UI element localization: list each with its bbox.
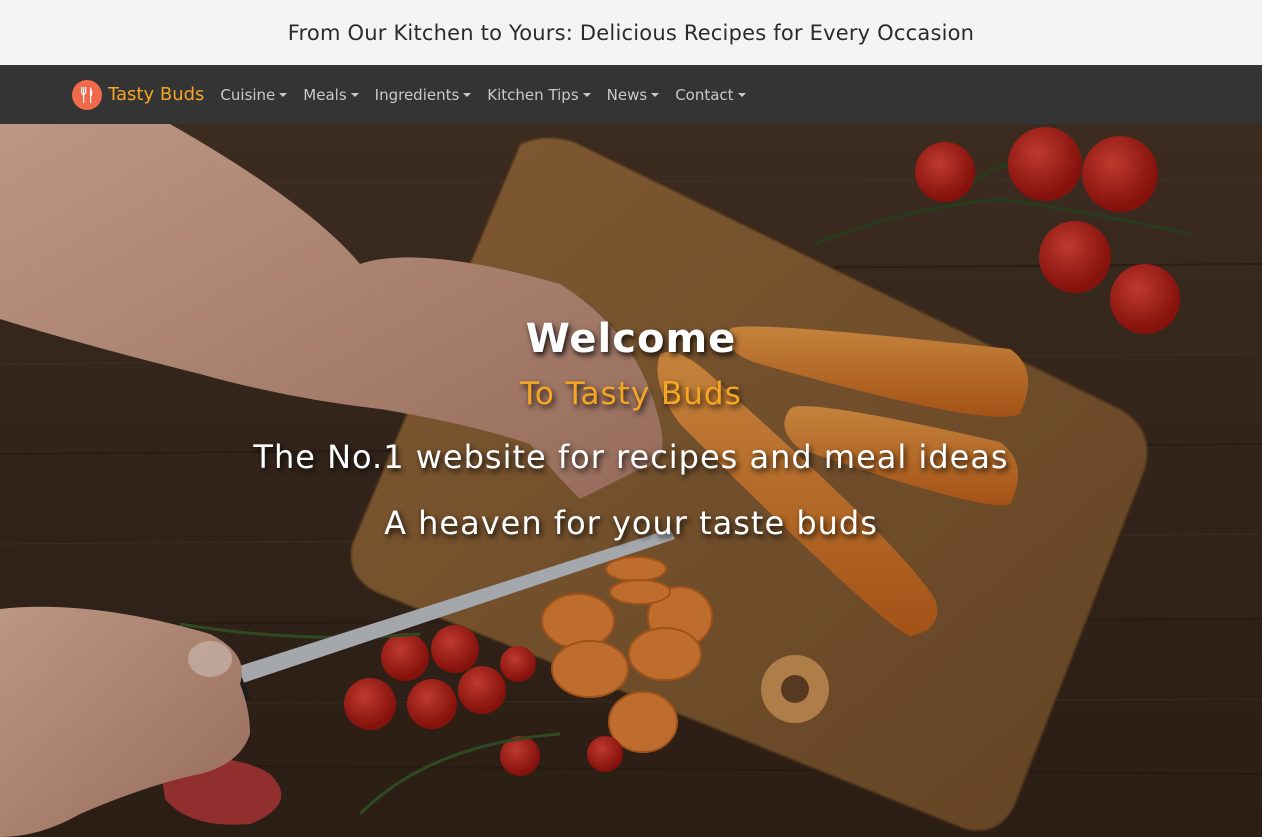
- nav-item-label: Kitchen Tips: [487, 85, 579, 104]
- nav-contact-dropdown[interactable]: Contact: [675, 85, 746, 104]
- nav-item-label: Meals: [303, 85, 347, 104]
- hero-welcome-heading: Welcome: [525, 316, 737, 362]
- brand-link[interactable]: Tasty Buds: [72, 79, 205, 110]
- nav-item-label: News: [606, 85, 648, 104]
- nav-meals-dropdown[interactable]: Meals: [303, 85, 359, 104]
- nav-item-label: Contact: [675, 85, 734, 104]
- caret-down-icon: [582, 92, 591, 97]
- nav-news-dropdown[interactable]: News: [607, 86, 660, 104]
- caret-down-icon: [651, 92, 660, 97]
- nav-kitchen-tips-dropdown[interactable]: Kitchen Tips: [487, 85, 591, 104]
- nav-ingredients-dropdown[interactable]: Ingredients: [375, 86, 472, 104]
- nav-item-label: Ingredients: [374, 85, 460, 104]
- fork-knife-icon: [72, 79, 102, 110]
- nav-cuisine-dropdown[interactable]: Cuisine: [220, 85, 288, 104]
- top-banner: From Our Kitchen to Yours: Delicious Rec…: [0, 0, 1262, 65]
- main-navbar: Tasty Buds Cuisine Meals Ingredients Kit…: [0, 65, 1262, 124]
- banner-text: From Our Kitchen to Yours: Delicious Rec…: [287, 20, 975, 45]
- hero-tagline-2: A heaven for your taste buds: [384, 504, 878, 542]
- brand-name: Tasty Buds: [108, 84, 205, 105]
- nav-item-label: Cuisine: [220, 85, 276, 104]
- hero-background-image: [0, 124, 1262, 837]
- hero-tagline-1: The No.1 website for recipes and meal id…: [253, 438, 1009, 476]
- caret-down-icon: [737, 92, 746, 97]
- caret-down-icon: [279, 92, 288, 97]
- caret-down-icon: [350, 92, 359, 97]
- hero-subtitle: To Tasty Buds: [520, 376, 742, 412]
- hero-section: Welcome To Tasty Buds The No.1 website f…: [0, 124, 1262, 837]
- caret-down-icon: [463, 92, 472, 97]
